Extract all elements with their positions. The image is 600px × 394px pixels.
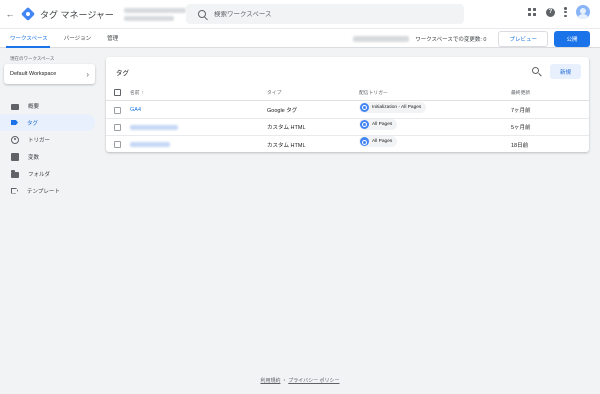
current-workspace-label: 現在のワークスペース (10, 56, 55, 61)
trigger-icon (11, 135, 19, 144)
table-row[interactable]: カスタム HTML All Pages 18日前 (106, 136, 589, 153)
sidebar-item-label: タグ (27, 120, 39, 127)
tab-admin[interactable]: 管理 (99, 29, 126, 47)
sidebar-nav: 概要 タグ トリガー 変数 フォルダ テンプレート (0, 97, 96, 199)
terms-link[interactable]: 利用規約 (260, 378, 280, 384)
tag-icon (11, 120, 18, 125)
select-all-checkbox[interactable] (114, 89, 121, 96)
sidebar-item-triggers[interactable]: トリガー (0, 131, 95, 148)
trigger-chip[interactable]: All Pages (359, 118, 398, 130)
workspace-name: Default Workspace (10, 71, 57, 77)
variable-icon (11, 152, 19, 161)
tab-workspace[interactable]: ワークスペース (0, 29, 56, 48)
sidebar-item-folders[interactable]: フォルダ (0, 165, 95, 182)
tab-versions[interactable]: バージョン (56, 29, 99, 47)
search-bar[interactable] (186, 4, 464, 24)
column-updated-header: 最終更新 (511, 91, 531, 96)
changes-count: ワークスペースでの変更数: 0 (415, 37, 487, 43)
table-row[interactable]: カスタム HTML All Pages 5ヶ月前 (106, 118, 589, 136)
arrow-back-icon[interactable]: ← (3, 9, 17, 19)
tag-type: Google タグ (267, 108, 298, 114)
sidebar-item-label: トリガー (28, 137, 51, 144)
workspace-selector[interactable]: Default Workspace › (4, 64, 95, 84)
row-checkbox[interactable] (114, 141, 121, 148)
column-name-header[interactable]: 名前 ↑ (130, 89, 144, 96)
sidebar-item-variables[interactable]: 変数 (0, 148, 95, 165)
tag-name-redacted[interactable] (130, 142, 170, 147)
tag-name-link[interactable]: GA4 (130, 107, 141, 113)
table-row[interactable]: GA4 Google タグ Initialization - All Pages… (106, 101, 589, 119)
preview-button[interactable]: プレビュー (498, 31, 548, 47)
workspace-nav: ワークスペース バージョン 管理 ワークスペースでの変更数: 0 プレビュー 公… (0, 28, 600, 48)
apps-grid-icon[interactable] (528, 7, 537, 17)
last-updated: 7ヶ月前 (511, 108, 531, 114)
template-icon (11, 187, 18, 194)
publish-button[interactable]: 公開 (554, 31, 590, 47)
sort-arrow-icon: ↑ (141, 90, 145, 96)
privacy-link[interactable]: プライバシー ポリシー (288, 378, 339, 384)
folder-icon (11, 170, 19, 178)
tag-type: カスタム HTML (267, 142, 306, 149)
row-checkbox[interactable] (114, 106, 121, 114)
trigger-eye-icon (360, 137, 369, 147)
sidebar-item-label: フォルダ (28, 171, 51, 178)
tag-type: カスタム HTML (267, 125, 306, 131)
search-icon (198, 10, 206, 18)
search-input[interactable] (214, 10, 414, 18)
footer-separator: ・ (281, 378, 287, 384)
last-updated: 18日前 (511, 142, 529, 149)
sidebar-item-tags[interactable]: タグ (0, 114, 95, 131)
help-icon[interactable]: ? (546, 7, 555, 17)
sidebar-item-label: 変数 (28, 154, 40, 161)
tag-name-redacted[interactable] (130, 124, 178, 130)
column-trigger-header: 配信トリガー (359, 91, 388, 96)
trigger-chip[interactable]: Initialization - All Pages (359, 101, 427, 113)
workspace-id-redacted (353, 36, 410, 42)
sidebar-item-overview[interactable]: 概要 (0, 97, 95, 114)
tag-manager-logo[interactable] (20, 6, 36, 22)
last-updated: 5ヶ月前 (511, 125, 531, 131)
sidebar-item-label: 概要 (28, 103, 40, 110)
column-type-header: タイプ (267, 91, 282, 96)
row-checkbox[interactable] (114, 123, 121, 131)
briefcase-icon (11, 103, 19, 110)
sidebar-item-templates[interactable]: テンプレート (0, 182, 95, 199)
new-tag-button[interactable]: 新規 (550, 64, 581, 79)
trigger-eye-icon (360, 102, 369, 112)
app-title: タグ マネージャー (40, 9, 114, 20)
trigger-chip[interactable]: All Pages (359, 136, 398, 148)
sidebar-item-label: テンプレート (27, 188, 60, 195)
account-selector[interactable] (123, 4, 194, 24)
account-avatar[interactable] (576, 5, 590, 19)
table-header: 名前 ↑ タイプ 配信トリガー 最終更新 (106, 85, 589, 101)
trigger-eye-icon (360, 119, 369, 129)
search-icon[interactable] (532, 67, 539, 74)
footer: 利用規約 ・ プライバシー ポリシー (0, 377, 600, 384)
card-title: タグ (116, 70, 129, 77)
chevron-right-icon: › (86, 69, 89, 79)
top-bar: ← タグ マネージャー ? (0, 0, 600, 28)
tags-card: タグ 新規 名前 ↑ タイプ 配信トリガー 最終更新 GA4 Google タグ … (106, 57, 589, 152)
more-vert-icon[interactable] (564, 7, 567, 17)
